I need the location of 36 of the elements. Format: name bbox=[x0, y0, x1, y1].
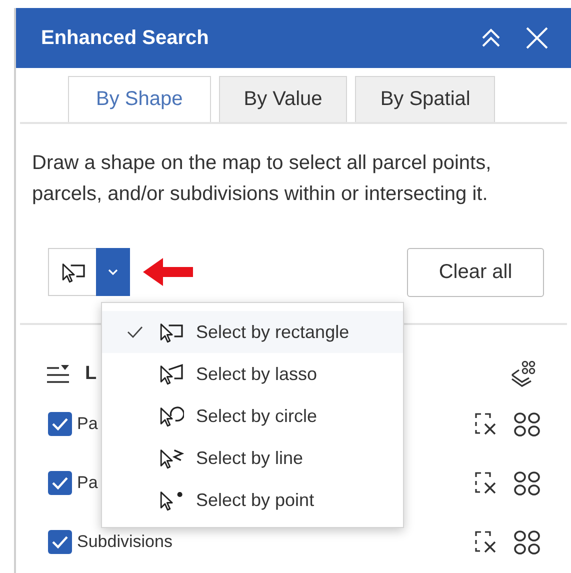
circle-select-icon bbox=[158, 405, 184, 427]
layer-name: Pa bbox=[77, 472, 98, 492]
rectangle-select-icon bbox=[158, 321, 184, 343]
check-icon bbox=[51, 534, 69, 548]
rectangle-select-icon bbox=[60, 261, 86, 283]
layers-heading: L bbox=[85, 363, 97, 385]
menu-item[interactable]: Select by point bbox=[102, 479, 403, 521]
tab[interactable]: By Spatial bbox=[355, 76, 496, 122]
clear-all-button[interactable]: Clear all bbox=[407, 248, 544, 296]
chevron-down-icon bbox=[107, 268, 119, 276]
tab[interactable]: By Value bbox=[218, 76, 348, 122]
check-icon bbox=[126, 325, 144, 339]
line-select-icon bbox=[158, 447, 184, 469]
check-icon bbox=[51, 416, 69, 430]
panel-title: Enhanced Search bbox=[41, 26, 210, 50]
checkbox[interactable] bbox=[48, 530, 72, 554]
group-icon[interactable] bbox=[513, 468, 541, 496]
menu-item[interactable]: Select by rectangle bbox=[102, 311, 403, 353]
select-tool-button[interactable] bbox=[48, 248, 96, 296]
menu-item[interactable]: Select by line bbox=[102, 437, 403, 479]
point-select-icon bbox=[158, 489, 184, 511]
check-icon bbox=[51, 476, 69, 490]
arrow-icon bbox=[143, 257, 193, 287]
lasso-select-icon bbox=[158, 363, 184, 385]
layer-name: Subdivisions bbox=[77, 532, 172, 552]
layer-name: Pa bbox=[77, 414, 98, 434]
tab[interactable]: By Shape bbox=[68, 76, 211, 122]
group-icon[interactable] bbox=[513, 410, 541, 438]
filter-list-icon[interactable] bbox=[46, 363, 70, 385]
close-icon[interactable] bbox=[525, 26, 549, 50]
instructions-text: Draw a shape on the map to select all parcel points, parcels, and/or subdivisions within or intersecting it. bbox=[32, 151, 492, 207]
menu-item[interactable]: Select by circle bbox=[102, 395, 403, 437]
checkbox[interactable] bbox=[48, 412, 72, 436]
group-icon[interactable] bbox=[513, 528, 541, 556]
checkbox[interactable] bbox=[48, 470, 72, 494]
menu-item[interactable]: Select by lasso bbox=[102, 353, 403, 395]
